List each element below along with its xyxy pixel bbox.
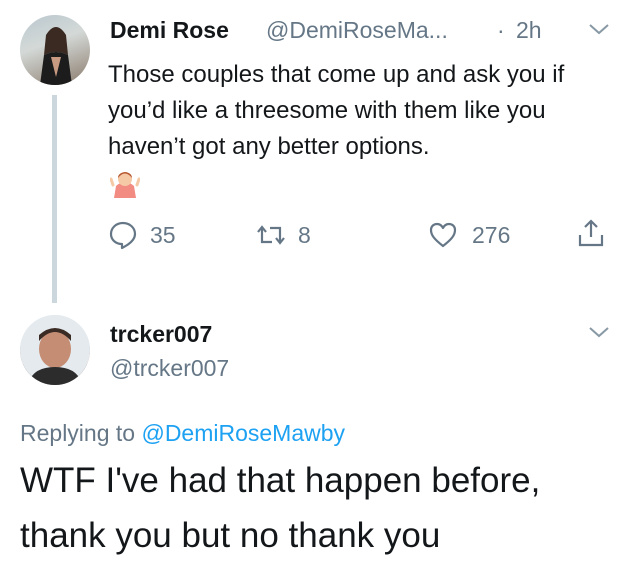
separator-dot: · xyxy=(497,17,505,43)
replying-to-label: Replying to xyxy=(20,420,136,446)
thread-line xyxy=(52,95,57,303)
author-handle[interactable]: @DemiRoseMa... xyxy=(266,17,448,44)
author-avatar[interactable] xyxy=(20,15,90,85)
retweet-icon[interactable] xyxy=(256,220,286,250)
reply-author-avatar[interactable] xyxy=(20,315,90,385)
heart-icon[interactable] xyxy=(428,220,458,250)
reply-author-handle[interactable]: @trcker007 xyxy=(110,355,229,382)
tweet-text: Those couples that come up and ask you i… xyxy=(108,61,565,160)
reply-author-name[interactable]: trcker007 xyxy=(110,321,212,348)
author-name[interactable]: Demi Rose xyxy=(110,17,229,44)
avatar-photo xyxy=(20,315,90,385)
chevron-down-icon[interactable] xyxy=(588,325,610,339)
person-shrugging-emoji xyxy=(110,172,140,198)
chevron-down-icon[interactable] xyxy=(588,22,610,36)
tweet-timestamp[interactable]: 2h xyxy=(516,17,542,44)
share-icon[interactable] xyxy=(576,218,606,248)
avatar-photo xyxy=(40,27,72,85)
reply-count: 35 xyxy=(150,222,176,248)
reply-text: WTF I've had that happen before, thank y… xyxy=(20,461,541,555)
like-count: 276 xyxy=(472,222,511,248)
replying-to-mention[interactable]: @DemiRoseMawby xyxy=(141,420,345,446)
reply-icon[interactable] xyxy=(108,220,138,250)
retweet-count: 8 xyxy=(298,222,311,248)
replying-to-line: Replying to @DemiRoseMawby xyxy=(20,420,345,447)
